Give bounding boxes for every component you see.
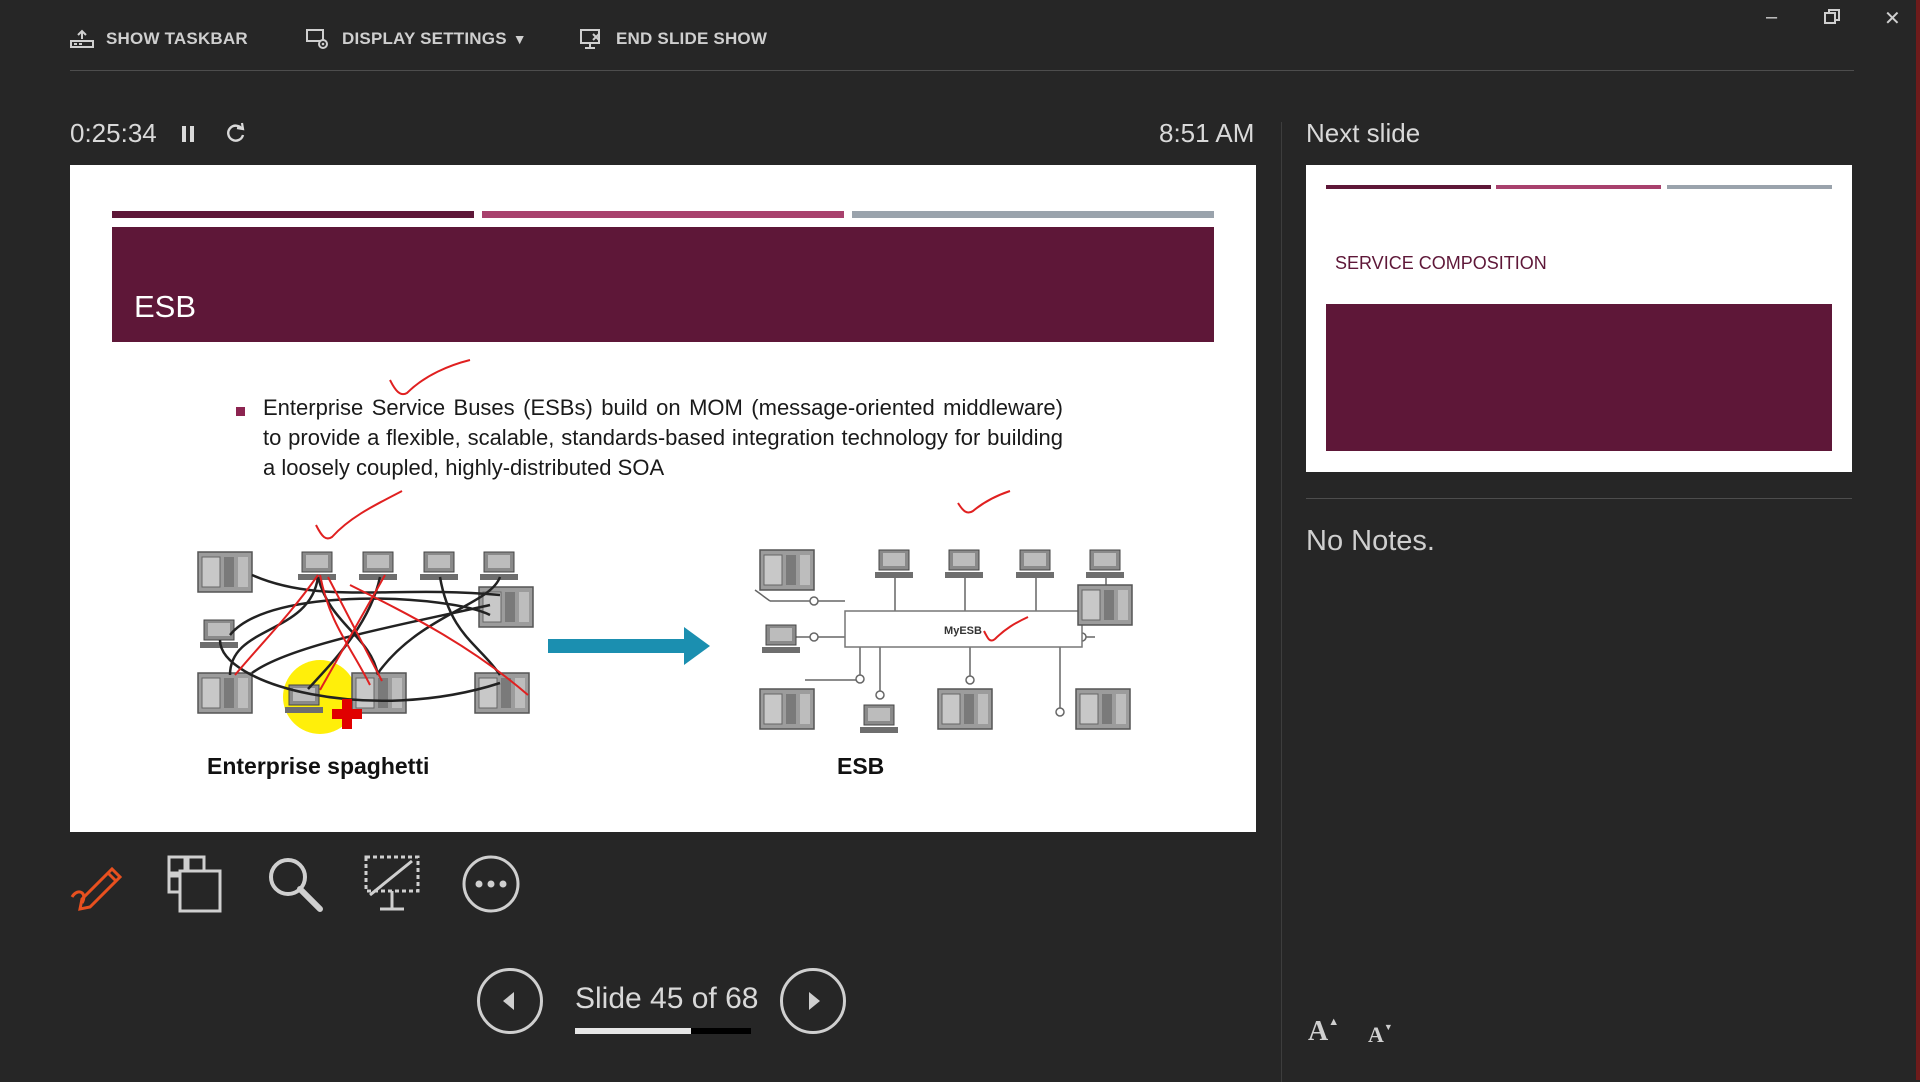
esb-server — [937, 688, 993, 730]
close-icon[interactable]: ✕ — [1884, 6, 1901, 31]
decrease-font-label: A — [1368, 1022, 1384, 1047]
transform-arrow — [548, 627, 710, 665]
notes-divider — [1306, 498, 1852, 499]
increase-font-icon: ▲ — [1328, 1016, 1340, 1028]
next-slide-title: SERVICE COMPOSITION — [1335, 253, 1547, 273]
pause-timer-icon[interactable] — [180, 124, 196, 149]
esb-server — [759, 688, 815, 730]
esb-server — [1077, 584, 1133, 626]
esb-pc — [1015, 549, 1055, 579]
spaghetti-pc — [479, 551, 519, 581]
esb-pc — [761, 624, 801, 654]
esb-diagram: MyESB — [197, 359, 1133, 734]
chevron-left-icon — [503, 992, 514, 1010]
next-slide-button[interactable] — [780, 968, 846, 1034]
caption-esb: ESB — [837, 753, 885, 779]
esb-pc — [1085, 549, 1125, 579]
increase-font-label: A — [1308, 1016, 1329, 1047]
see-all-slides-icon[interactable] — [166, 853, 228, 915]
annotation-check-marks — [315, 359, 1029, 642]
speaker-notes: No Notes. — [1306, 525, 1435, 557]
end-slide-show-label: END SLIDE SHOW — [616, 29, 768, 48]
esb-server — [1075, 688, 1131, 730]
panel-divider — [1281, 122, 1282, 1082]
spaghetti-server — [197, 551, 253, 593]
pen-tool-icon[interactable] — [68, 853, 130, 915]
spaghetti-server — [351, 672, 407, 714]
toolbar-divider — [70, 70, 1854, 71]
decrease-font-button[interactable]: A▼ — [1368, 1022, 1393, 1048]
decrease-font-icon: ▼ — [1383, 1022, 1393, 1032]
restart-timer-icon[interactable] — [225, 122, 247, 149]
spaghetti-pc — [419, 551, 459, 581]
more-options-icon[interactable] — [460, 853, 522, 915]
previous-slide-button[interactable] — [477, 968, 543, 1034]
end-slide-show-button[interactable]: END SLIDE SHOW — [580, 26, 767, 52]
increase-font-button[interactable]: A▲ — [1308, 1016, 1339, 1048]
taskbar-icon — [70, 29, 94, 48]
myesb-label: MyESB — [944, 625, 982, 637]
thumb-accent-bar-2 — [1496, 185, 1661, 189]
elapsed-timer: 0:25:34 — [70, 118, 157, 148]
caption-enterprise-spaghetti: Enterprise spaghetti — [207, 753, 430, 779]
esb-pc — [874, 549, 914, 579]
current-slide[interactable]: ESB Enterprise Service Buses (ESBs) buil… — [70, 165, 1256, 832]
display-settings-label: DISPLAY SETTINGS — [342, 29, 507, 48]
dropdown-arrow-icon: ▼ — [512, 31, 527, 47]
next-slide-thumbnail[interactable]: SERVICE COMPOSITION — [1306, 165, 1852, 472]
spaghetti-server — [474, 672, 530, 714]
thumb-title-box — [1326, 304, 1832, 451]
black-screen-icon[interactable] — [362, 853, 424, 915]
end-slide-show-icon — [580, 29, 600, 49]
slide-progress-bar — [575, 1028, 751, 1034]
thumb-accent-bar-3 — [1667, 185, 1832, 189]
display-settings-button[interactable]: DISPLAY SETTINGS ▼ — [306, 26, 527, 52]
thumb-accent-bar-1 — [1326, 185, 1491, 189]
slide-counter[interactable]: Slide 45 of 68 — [575, 982, 758, 1016]
display-settings-icon — [306, 29, 328, 49]
next-slide-label: Next slide — [1306, 118, 1421, 148]
window-edge — [1916, 0, 1920, 1080]
esb-pc — [859, 704, 899, 734]
esb-pc — [944, 549, 984, 579]
current-time: 8:51 AM — [1159, 118, 1255, 148]
chevron-right-icon — [809, 992, 820, 1010]
show-taskbar-button[interactable]: SHOW TASKBAR — [70, 26, 248, 52]
spaghetti-server — [197, 672, 253, 714]
slide-progress-fill — [575, 1028, 692, 1034]
minimize-icon[interactable]: – — [1766, 6, 1777, 29]
spaghetti-pc — [358, 551, 398, 581]
zoom-icon[interactable] — [264, 853, 326, 915]
restore-icon[interactable] — [1824, 8, 1840, 31]
show-taskbar-label: SHOW TASKBAR — [106, 29, 248, 48]
esb-server — [759, 549, 815, 591]
